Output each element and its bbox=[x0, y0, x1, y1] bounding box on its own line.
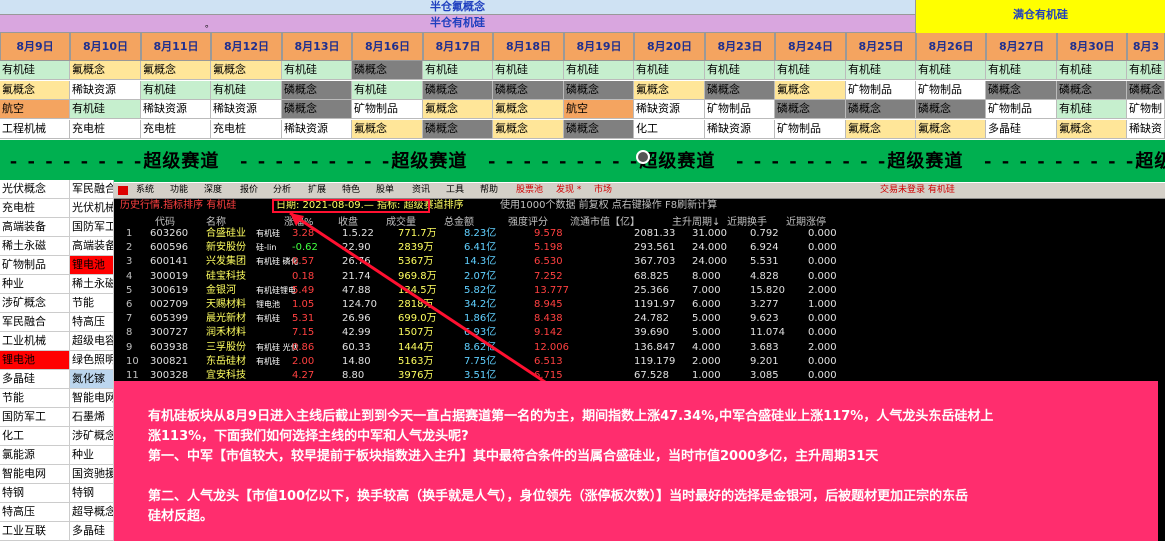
note-line-2: 涨113%，下面我们如何选择主线的中军和人气龙头呢? bbox=[148, 429, 469, 444]
note-line-1: 有机硅板块从8月9日进入主线后截止到到今天一直占据赛道第一名的为主，期间指数上涨… bbox=[148, 409, 994, 424]
note-line-5: 硅材反超。 bbox=[148, 509, 214, 524]
note-line-4: 第二、人气龙头【市值100亿以下，换手较高（换手就是人气），身位领先（涨停板次数… bbox=[148, 489, 969, 504]
note-line-3: 第一、中军【市值较大，较早提前于板块指数进入主升】其中最符合条件的当属合盛硅业，… bbox=[148, 449, 879, 464]
annotation-note: 有机硅板块从8月9日进入主线后截止到到今天一直占据赛道第一名的为主，期间指数上涨… bbox=[114, 381, 1158, 541]
